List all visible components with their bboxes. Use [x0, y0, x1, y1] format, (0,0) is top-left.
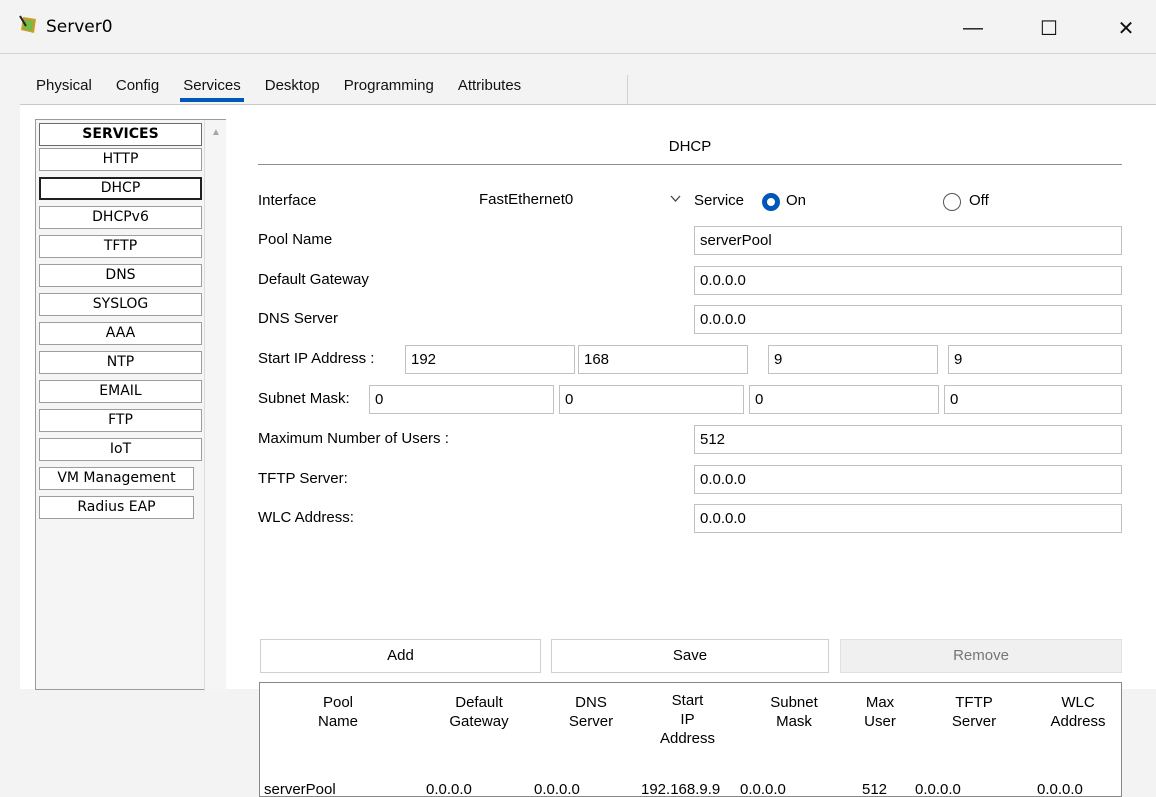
service-on-radio[interactable] [762, 193, 780, 211]
table-header-pool-name: Pool Name [317, 694, 358, 730]
sidebar-item-ftp[interactable]: FTP [39, 409, 202, 432]
dhcp-pool-table: Pool Name Default Gateway DNS Server Sta… [259, 682, 1122, 797]
wlc-address-input[interactable]: 0.0.0.0 [694, 504, 1122, 533]
max-users-label: Maximum Number of Users : [258, 430, 449, 447]
tab-strip-divider [627, 75, 628, 104]
dhcp-panel: DHCP Interface FastEthernet0 Service On … [258, 119, 1122, 797]
table-row-max-user[interactable]: 512 [862, 781, 887, 796]
subnet-mask-octet-1[interactable]: 0 [369, 385, 554, 414]
dhcp-divider [258, 164, 1122, 165]
table-row-default-gateway[interactable]: 0.0.0.0 [426, 781, 472, 796]
start-ip-label: Start IP Address : [258, 350, 375, 367]
tab-bar: Physical Config Services Desktop Program… [24, 70, 533, 102]
table-row-start-ip-address[interactable]: 192.168.9.9 [641, 781, 720, 796]
table-row-dns-server[interactable]: 0.0.0.0 [534, 781, 580, 796]
tftp-server-input[interactable]: 0.0.0.0 [694, 465, 1122, 494]
sidebar-item-dhcp[interactable]: DHCP [39, 177, 202, 200]
sidebar-item-dns[interactable]: DNS [39, 264, 202, 287]
scroll-up-icon[interactable]: ▲ [211, 127, 221, 138]
table-header-start-ip-address: Start IP Address [659, 692, 716, 747]
pool-name-label: Pool Name [258, 231, 333, 248]
remove-button: Remove [840, 639, 1122, 673]
minimize-button[interactable]: — [950, 8, 996, 48]
sidebar-scrollbar[interactable]: ▲ [204, 120, 226, 691]
window-titlebar: Server0 — ☐ ✕ [0, 0, 1156, 54]
interface-label: Interface [258, 192, 317, 209]
start-ip-octet-2[interactable]: 168 [578, 345, 748, 374]
services-content: SERVICES HTTP DHCP DHCPv6 TFTP DNS SYSLO… [20, 104, 1156, 797]
tab-attributes[interactable]: Attributes [446, 70, 533, 102]
dns-server-input[interactable]: 0.0.0.0 [694, 305, 1122, 334]
add-button[interactable]: Add [260, 639, 541, 673]
tab-programming[interactable]: Programming [332, 70, 446, 102]
tftp-server-label: TFTP Server: [258, 470, 348, 487]
services-sidebar: SERVICES HTTP DHCP DHCPv6 TFTP DNS SYSLO… [35, 119, 226, 691]
services-heading: SERVICES [39, 123, 202, 146]
sidebar-item-dhcpv6[interactable]: DHCPv6 [39, 206, 202, 229]
maximize-button[interactable]: ☐ [1026, 8, 1072, 48]
interface-value: FastEthernet0 [479, 191, 574, 208]
save-button[interactable]: Save [551, 639, 829, 673]
service-label: Service [694, 192, 745, 209]
table-header-subnet-mask: Subnet Mask [770, 694, 818, 730]
sidebar-item-vm-management[interactable]: VM Management [39, 467, 194, 490]
sidebar-item-radius-eap[interactable]: Radius EAP [39, 496, 194, 519]
tab-desktop[interactable]: Desktop [253, 70, 332, 102]
wlc-address-label: WLC Address: [258, 509, 354, 526]
default-gateway-input[interactable]: 0.0.0.0 [694, 266, 1122, 295]
subnet-mask-octet-4[interactable]: 0 [944, 385, 1122, 414]
tab-services[interactable]: Services [171, 70, 253, 102]
dhcp-title: DHCP [668, 138, 712, 155]
table-row-tftp-server[interactable]: 0.0.0.0 [915, 781, 961, 796]
table-row-wlc-address[interactable]: 0.0.0.0 [1037, 781, 1083, 796]
table-row-pool-name[interactable]: serverPool [264, 781, 336, 796]
window-title: Server0 [46, 17, 113, 37]
subnet-mask-octet-3[interactable]: 0 [749, 385, 939, 414]
service-off-label: Off [969, 192, 989, 209]
sidebar-item-syslog[interactable]: SYSLOG [39, 293, 202, 316]
start-ip-octet-1[interactable]: 192 [405, 345, 575, 374]
table-header-wlc-address: WLC Address [1050, 694, 1106, 730]
service-off-radio[interactable] [943, 193, 961, 211]
sidebar-item-aaa[interactable]: AAA [39, 322, 202, 345]
max-users-input[interactable]: 512 [694, 425, 1122, 454]
start-ip-octet-4[interactable]: 9 [948, 345, 1122, 374]
table-header-default-gateway: Default Gateway [449, 694, 509, 730]
tab-physical[interactable]: Physical [24, 70, 104, 102]
subnet-mask-octet-2[interactable]: 0 [559, 385, 744, 414]
chevron-down-icon [670, 195, 681, 202]
sidebar-item-iot[interactable]: IoT [39, 438, 202, 461]
default-gateway-label: Default Gateway [258, 271, 369, 288]
start-ip-octet-3[interactable]: 9 [768, 345, 938, 374]
table-header-tftp-server: TFTP Server [951, 694, 997, 730]
dns-server-label: DNS Server [258, 310, 339, 327]
service-on-label: On [786, 192, 807, 209]
sidebar-item-ntp[interactable]: NTP [39, 351, 202, 374]
server-app-icon [19, 15, 36, 33]
sidebar-item-email[interactable]: EMAIL [39, 380, 202, 403]
sidebar-item-http[interactable]: HTTP [39, 148, 202, 171]
pool-name-input[interactable]: serverPool [694, 226, 1122, 255]
tab-config[interactable]: Config [104, 70, 171, 102]
interface-select[interactable]: FastEthernet0 [465, 186, 688, 214]
table-row-subnet-mask[interactable]: 0.0.0.0 [740, 781, 786, 796]
table-header-max-user: Max User [864, 694, 896, 730]
table-header-dns-server: DNS Server [568, 694, 614, 730]
sidebar-item-tftp[interactable]: TFTP [39, 235, 202, 258]
close-button[interactable]: ✕ [1103, 8, 1149, 48]
subnet-mask-label: Subnet Mask: [258, 390, 350, 407]
